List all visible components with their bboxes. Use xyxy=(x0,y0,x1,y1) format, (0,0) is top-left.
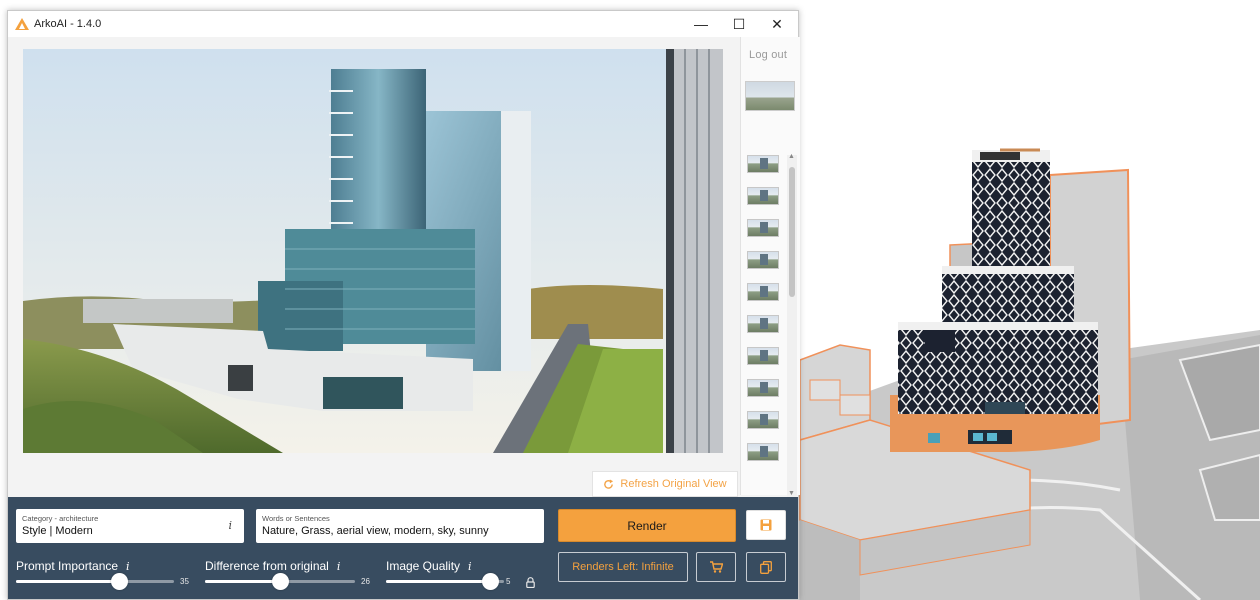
lock-icon[interactable] xyxy=(526,577,535,588)
difference-text: Difference from original xyxy=(205,559,329,573)
scrollbar-thumb[interactable] xyxy=(789,167,795,297)
scroll-up-icon[interactable]: ▲ xyxy=(788,153,795,160)
copy-button[interactable] xyxy=(746,552,786,582)
history-thumbnail[interactable] xyxy=(747,411,779,429)
title-bar[interactable]: ArkoAI - 1.4.0 — ☐ ✕ xyxy=(8,11,798,37)
category-style-selector[interactable]: Category - architecture Style | Modern i xyxy=(16,509,244,543)
category-value: Style | Modern xyxy=(22,525,93,537)
cart-button[interactable] xyxy=(696,552,736,582)
render-preview[interactable] xyxy=(23,49,723,453)
info-icon[interactable]: i xyxy=(468,560,472,573)
image-quality-value: 5 xyxy=(506,577,511,586)
info-icon[interactable]: i xyxy=(228,519,232,532)
image-quality-label: Image Quality i xyxy=(386,559,472,573)
slider-knob[interactable] xyxy=(110,573,128,590)
cart-icon xyxy=(709,561,723,573)
render-image xyxy=(23,49,723,453)
difference-label: Difference from original i xyxy=(205,559,340,573)
minimize-button[interactable]: — xyxy=(682,11,720,37)
render-history-panel: Log out ▲ ▼ xyxy=(740,37,800,497)
history-thumbnail[interactable] xyxy=(747,379,779,397)
history-thumbnail[interactable] xyxy=(747,283,779,301)
renders-left-button[interactable]: Renders Left: Infinite xyxy=(558,552,688,582)
difference-value: 26 xyxy=(361,577,370,586)
slider-knob[interactable] xyxy=(272,573,289,590)
words-caption: Words or Sentences xyxy=(262,514,330,523)
history-thumbnail[interactable] xyxy=(747,443,779,461)
slider-fill xyxy=(386,580,490,583)
slider-fill xyxy=(16,580,119,583)
prompt-importance-text: Prompt Importance xyxy=(16,559,119,573)
prompt-importance-slider[interactable] xyxy=(16,573,174,590)
info-icon[interactable]: i xyxy=(337,560,341,573)
info-icon[interactable]: i xyxy=(126,560,130,573)
slider-knob[interactable] xyxy=(481,573,499,590)
save-icon xyxy=(760,519,772,531)
logout-link[interactable]: Log out xyxy=(749,49,787,61)
history-thumbnail[interactable] xyxy=(747,251,779,269)
difference-slider[interactable] xyxy=(205,573,355,590)
copy-icon xyxy=(760,560,772,574)
image-quality-text: Image Quality xyxy=(386,559,461,573)
history-thumbnail[interactable] xyxy=(747,187,779,205)
arkoai-window: ArkoAI - 1.4.0 — ☐ ✕ Log out ▲ ▼ Refresh… xyxy=(7,10,800,600)
close-button[interactable]: ✕ xyxy=(758,11,796,37)
refresh-label: Refresh Original View xyxy=(620,478,727,490)
render-button[interactable]: Render xyxy=(558,509,736,542)
control-bar: Category - architecture Style | Modern i… xyxy=(8,497,798,599)
image-quality-slider[interactable] xyxy=(386,573,504,590)
prompt-importance-value: 35 xyxy=(180,577,189,586)
refresh-icon xyxy=(604,478,614,489)
original-view-thumbnail[interactable] xyxy=(745,81,795,111)
window-title: ArkoAI - 1.4.0 xyxy=(34,18,102,30)
save-button[interactable] xyxy=(746,510,786,540)
history-thumbnail[interactable] xyxy=(747,315,779,333)
thumbnail-scrollbar[interactable] xyxy=(787,155,797,497)
history-thumbnail[interactable] xyxy=(747,219,779,237)
maximize-button[interactable]: ☐ xyxy=(720,11,758,37)
slider-fill xyxy=(205,580,280,583)
prompt-importance-label: Prompt Importance i xyxy=(16,559,130,573)
arko-logo-icon xyxy=(15,18,29,30)
history-thumbnail[interactable] xyxy=(747,347,779,365)
words-value: Nature, Grass, aerial view, modern, sky,… xyxy=(262,525,489,537)
refresh-original-view-button[interactable]: Refresh Original View xyxy=(592,471,738,497)
scroll-down-icon[interactable]: ▼ xyxy=(788,490,795,497)
history-thumbnail[interactable] xyxy=(747,155,779,173)
prompt-words-input[interactable]: Words or Sentences Nature, Grass, aerial… xyxy=(256,509,544,543)
category-caption: Category - architecture xyxy=(22,514,99,523)
